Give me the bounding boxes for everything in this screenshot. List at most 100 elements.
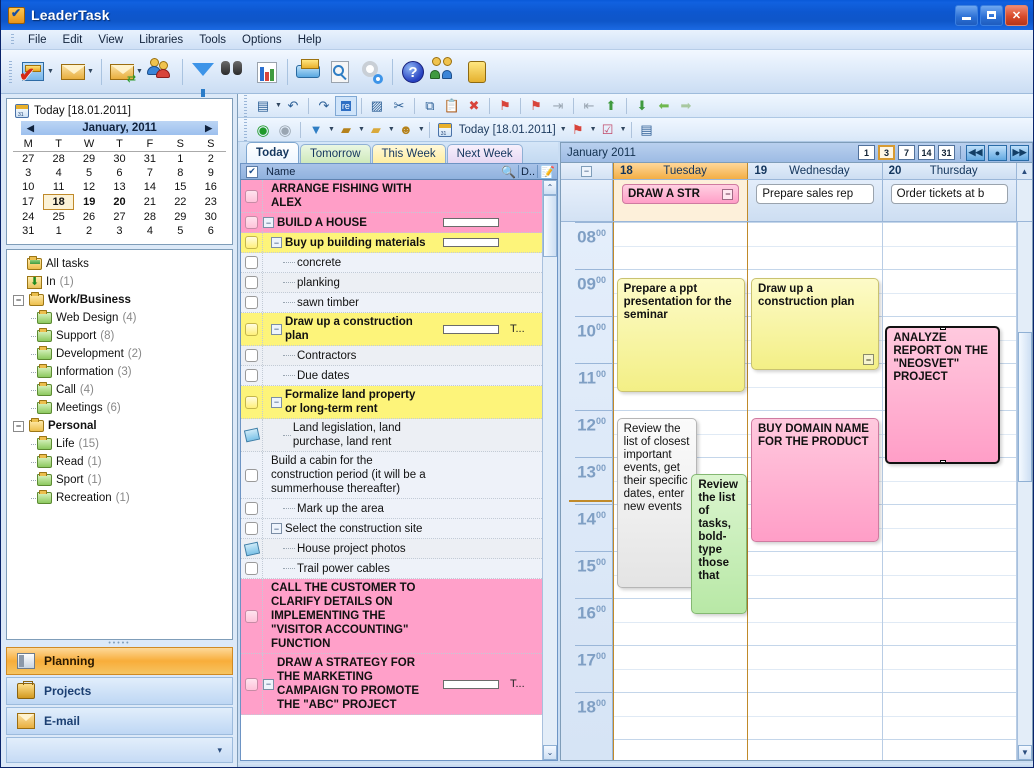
mini-calendar-day[interactable]: 30	[196, 210, 226, 225]
mini-calendar-day[interactable]: 5	[74, 166, 104, 180]
allday-column-18[interactable]: DRAW A STR −	[613, 180, 749, 221]
task-row[interactable]: Trail power cables	[241, 559, 542, 579]
tree-expander-icon[interactable]: −	[263, 678, 274, 690]
calendar-event[interactable]: Review the list of closest important eve…	[616, 418, 697, 588]
menu-edit[interactable]: Edit	[55, 32, 91, 48]
scroll-up-button[interactable]: ⌃	[543, 180, 557, 195]
mini-calendar-day[interactable]: 10	[13, 180, 43, 195]
task-row[interactable]: − Buy up building materials	[241, 233, 542, 253]
scroll-track[interactable]	[1018, 222, 1032, 745]
task-row[interactable]: − Select the construction site	[241, 519, 542, 539]
calendar-event[interactable]: BUY DOMAIN NAME FOR THE PRODUCT	[750, 418, 879, 542]
maximize-button[interactable]	[980, 4, 1003, 26]
today-icon[interactable]: ●	[988, 144, 1007, 161]
task-row[interactable]: − Formalize land property or long-term re…	[241, 386, 542, 419]
scroll-down-button[interactable]: ⌄	[543, 745, 557, 760]
print-preview-button[interactable]	[324, 55, 356, 89]
mini-calendar-day[interactable]: 4	[135, 224, 165, 238]
scroll-thumb[interactable]	[543, 195, 557, 257]
task-row[interactable]: House project photos	[241, 539, 542, 559]
task-row[interactable]: CALL THE CUSTOMER TO CLARIFY DETAILS ON …	[241, 579, 542, 654]
tab-tomorrow[interactable]: Tomorrow	[300, 144, 371, 163]
column-header-d[interactable]: D..	[521, 166, 535, 178]
task-checkbox[interactable]	[245, 256, 258, 269]
move-down-button[interactable]: ⬇	[631, 96, 653, 116]
mini-calendar-day[interactable]: 9	[196, 166, 226, 180]
mail-send-button[interactable]: ⇄ ▼	[106, 55, 146, 89]
mail-button[interactable]: ▼	[57, 55, 97, 89]
task-checkbox[interactable]	[245, 322, 258, 336]
search-icon[interactable]: 🔍	[501, 165, 516, 179]
cut-button[interactable]: ✂	[388, 96, 410, 116]
calendar-scroll-up-button[interactable]: ▲	[1016, 163, 1032, 179]
mini-calendar-day[interactable]: 18	[42, 194, 75, 210]
tree-expander-icon[interactable]: −	[13, 294, 24, 306]
day-column-18[interactable]: Prepare a ppt presentation for the semin…	[613, 222, 749, 760]
day-header-18[interactable]: 18 Tuesday	[613, 163, 749, 179]
tab-next-week[interactable]: Next Week	[446, 144, 523, 163]
mini-calendar-day[interactable]: 1	[43, 224, 73, 238]
contacts-button[interactable]	[146, 55, 178, 89]
task-checkbox[interactable]	[245, 296, 258, 309]
day-column-19[interactable]: Draw up a construction plan − BUY DOMAIN N…	[748, 222, 883, 760]
task-row[interactable]: ARRANGE FISHING WITH ALEX	[241, 180, 542, 213]
task-checkbox[interactable]	[245, 395, 258, 409]
team-button[interactable]	[429, 55, 461, 89]
resize-handle-top[interactable]	[939, 328, 946, 330]
edit-note-button[interactable]: ▨	[366, 96, 388, 116]
filter-dropdown-button[interactable]: ▼	[305, 120, 327, 140]
task-checkbox-cell[interactable]	[241, 180, 263, 212]
column-header-name[interactable]: Name	[263, 166, 501, 178]
mini-calendar-day[interactable]: 1	[165, 152, 195, 167]
notes-button[interactable]	[461, 55, 493, 89]
next-range-icon[interactable]: ▶▶	[1010, 144, 1029, 161]
menu-view[interactable]: View	[90, 32, 131, 48]
sidebar-item-recreation[interactable]: Recreation (1)	[11, 489, 228, 507]
scroll-down-button[interactable]: ▼	[1018, 745, 1032, 760]
menu-file[interactable]: File	[20, 32, 55, 48]
day-header-19[interactable]: 19 Wednesday	[748, 163, 883, 179]
sidebar-item-planning[interactable]: Planning	[6, 647, 233, 675]
sidebar-item-support[interactable]: Support (8)	[11, 327, 228, 345]
task-list-scrollbar[interactable]: ⌃ ⌄	[542, 180, 557, 760]
view-1-day-button[interactable]: 1	[858, 145, 875, 160]
allday-column-20[interactable]: Order tickets at b	[883, 180, 1017, 221]
mini-calendar-day[interactable]: 28	[135, 210, 165, 225]
mini-calendar-day[interactable]: 19	[74, 195, 104, 210]
task-checkbox-cell[interactable]	[241, 233, 263, 252]
mini-calendar-day[interactable]: 31	[13, 224, 43, 238]
task-row[interactable]: − DRAW A STRATEGY FOR THE MARKETING CAMPA…	[241, 654, 542, 715]
redo-button[interactable]: ↷	[313, 96, 335, 116]
category-dropdown-button[interactable]: ▰	[365, 120, 387, 140]
scroll-thumb[interactable]	[1018, 332, 1032, 482]
edit-icon[interactable]: 📝	[540, 165, 555, 179]
close-button[interactable]: ✕	[1005, 4, 1028, 26]
task-checkbox-cell[interactable]	[241, 366, 263, 385]
collapse-icon[interactable]: −	[722, 188, 734, 200]
task-checkbox[interactable]	[245, 609, 258, 623]
collapse-icon[interactable]: −	[862, 354, 874, 365]
task-row[interactable]: sawn timber	[241, 293, 542, 313]
new-item-button[interactable]: ▤	[252, 96, 274, 116]
mini-calendar-day[interactable]: 7	[135, 166, 165, 180]
mini-calendar-day[interactable]: 13	[104, 180, 134, 195]
select-all-checkbox[interactable]: ✔	[241, 165, 263, 178]
calendar-event[interactable]: Review the list of tasks, bold-type thos…	[691, 474, 748, 614]
prev-range-icon[interactable]: ◀◀	[966, 144, 985, 161]
task-checkbox-cell[interactable]	[241, 519, 263, 538]
mini-calendar-day[interactable]: 6	[196, 224, 226, 238]
calendar-scrollbar[interactable]: ▼	[1017, 222, 1032, 760]
sidebar-item-work-business[interactable]: − Work/Business	[11, 291, 228, 309]
task-checkbox[interactable]	[245, 276, 258, 289]
task-checkbox[interactable]	[245, 522, 258, 535]
task-checkbox-cell[interactable]	[241, 213, 263, 232]
indent-out-button[interactable]: ⇤	[578, 96, 600, 116]
scroll-track[interactable]	[543, 195, 557, 745]
sidebar-item-in[interactable]: In(1)	[11, 273, 228, 291]
mini-calendar-day[interactable]: 29	[74, 152, 104, 167]
new-task-button[interactable]: ✔ ▼	[17, 55, 57, 89]
indent-in-button[interactable]: ⇥	[547, 96, 569, 116]
day-column-20[interactable]: ANALYZE REPORT ON THE "NEOSVET" PROJECT	[882, 222, 1017, 760]
tree-expander-icon[interactable]: −	[263, 217, 274, 228]
mini-calendar-day[interactable]: 21	[135, 195, 165, 210]
